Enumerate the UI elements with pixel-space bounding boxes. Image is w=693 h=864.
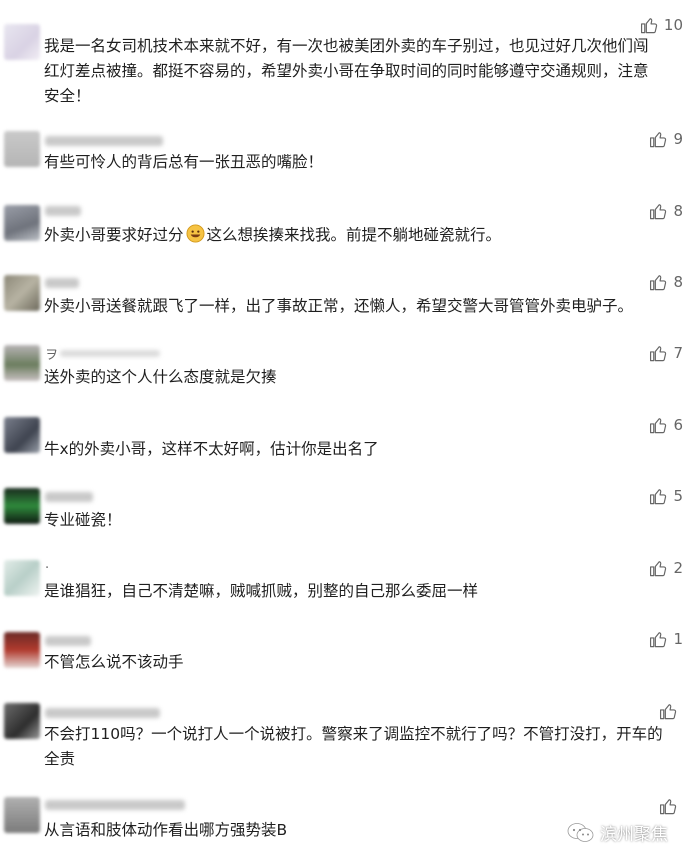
avatar[interactable] — [4, 131, 40, 167]
wechat-logo-icon — [567, 822, 594, 842]
watermark-text: 滨州聚焦 — [600, 825, 668, 845]
comment-text: 我是一名女司机技术本来就不好，有一次也被美团外卖的车子别过，也见过好几次他们闯红… — [44, 37, 649, 105]
like-count: 6 — [673, 416, 683, 434]
comment-text: 不管怎么说不该动手 — [44, 653, 184, 671]
comment-text: 外卖小哥要求好过分 这么想挨揍来找我。前提不躺地碰瓷就行。 — [44, 223, 669, 248]
nickname-blur — [60, 350, 160, 357]
thumbs-up-icon — [650, 631, 667, 647]
thumbs-up-icon — [659, 703, 677, 719]
comment-text: 有些可怜人的背后总有一张丑恶的嘴脸！ — [44, 153, 324, 171]
avatar[interactable] — [4, 560, 40, 596]
like-button[interactable]: 8 — [649, 200, 683, 222]
like-button[interactable]: 7 — [649, 342, 683, 364]
thumbs-up-icon — [650, 131, 667, 147]
like-button[interactable] — [659, 795, 683, 817]
nickname: . — [45, 557, 51, 572]
avatar[interactable] — [4, 703, 40, 739]
avatar[interactable] — [4, 488, 40, 524]
comment-text-part: 外卖小哥要求好过分 — [44, 226, 184, 244]
comment-text: 不会打110吗？一个说打人一个说被打。警察来了调监控不就行了吗？不管打没打，开车… — [44, 725, 663, 768]
avatar[interactable] — [4, 632, 40, 668]
like-button[interactable] — [659, 700, 683, 722]
avatar[interactable] — [4, 24, 40, 60]
nickname — [45, 278, 79, 288]
comment-text: 送外卖的这个人什么态度就是欠揍 — [44, 368, 277, 386]
like-count: 7 — [673, 344, 683, 362]
nickname — [45, 492, 93, 502]
like-button[interactable]: 6 — [649, 414, 683, 436]
like-button[interactable]: 9 — [649, 128, 683, 150]
thumbs-up-icon — [650, 417, 667, 433]
thumbs-up-icon — [650, 345, 667, 361]
like-button[interactable]: 1 — [649, 628, 683, 650]
thumbs-up-icon — [650, 203, 667, 219]
avatar[interactable] — [4, 797, 40, 833]
thumbs-up-icon — [650, 488, 667, 504]
nickname: ヲ — [45, 348, 60, 363]
like-button[interactable]: 8 — [649, 271, 683, 293]
like-count: 9 — [673, 130, 683, 148]
nickname — [45, 636, 91, 646]
comment-text: 外卖小哥送餐就跟飞了一样，出了事故正常，还懒人，希望交警大哥管管外卖电驴子。 — [44, 297, 634, 315]
comment-text: 牛x的外卖小哥，这样不太好啊，估计你是出名了 — [44, 440, 379, 458]
like-count: 8 — [673, 273, 683, 291]
nickname — [45, 136, 163, 146]
like-button[interactable]: 5 — [649, 485, 683, 507]
nickname — [45, 800, 185, 810]
avatar[interactable] — [4, 417, 40, 453]
like-count: 1 — [673, 630, 683, 648]
comment-text-part: 这么想挨揍来找我。前提不躺地碰瓷就行。 — [206, 226, 502, 244]
nickname — [45, 708, 160, 718]
like-count: 5 — [673, 487, 683, 505]
avatar[interactable] — [4, 345, 40, 381]
like-count: 2 — [673, 559, 683, 577]
watermark: 滨州聚焦 — [566, 820, 668, 845]
avatar[interactable] — [4, 205, 40, 241]
thumbs-up-icon — [650, 560, 667, 576]
thumbs-up-icon — [659, 798, 677, 814]
like-count: 10 — [663, 16, 683, 34]
nickname — [45, 206, 81, 216]
thumbs-up-icon — [640, 17, 658, 33]
avatar[interactable] — [4, 275, 40, 311]
comment-text: 是谁猖狂，自己不清楚嘛，贼喊抓贼，别整的自己那么委屈一样 — [44, 582, 479, 600]
like-button[interactable]: 2 — [649, 557, 683, 579]
like-button[interactable]: 10 — [640, 14, 683, 36]
thumbs-up-icon — [650, 274, 667, 290]
comment-text: 专业碰瓷！ — [44, 511, 122, 529]
like-count: 8 — [673, 202, 683, 220]
grinning-emoji-icon — [185, 224, 205, 243]
